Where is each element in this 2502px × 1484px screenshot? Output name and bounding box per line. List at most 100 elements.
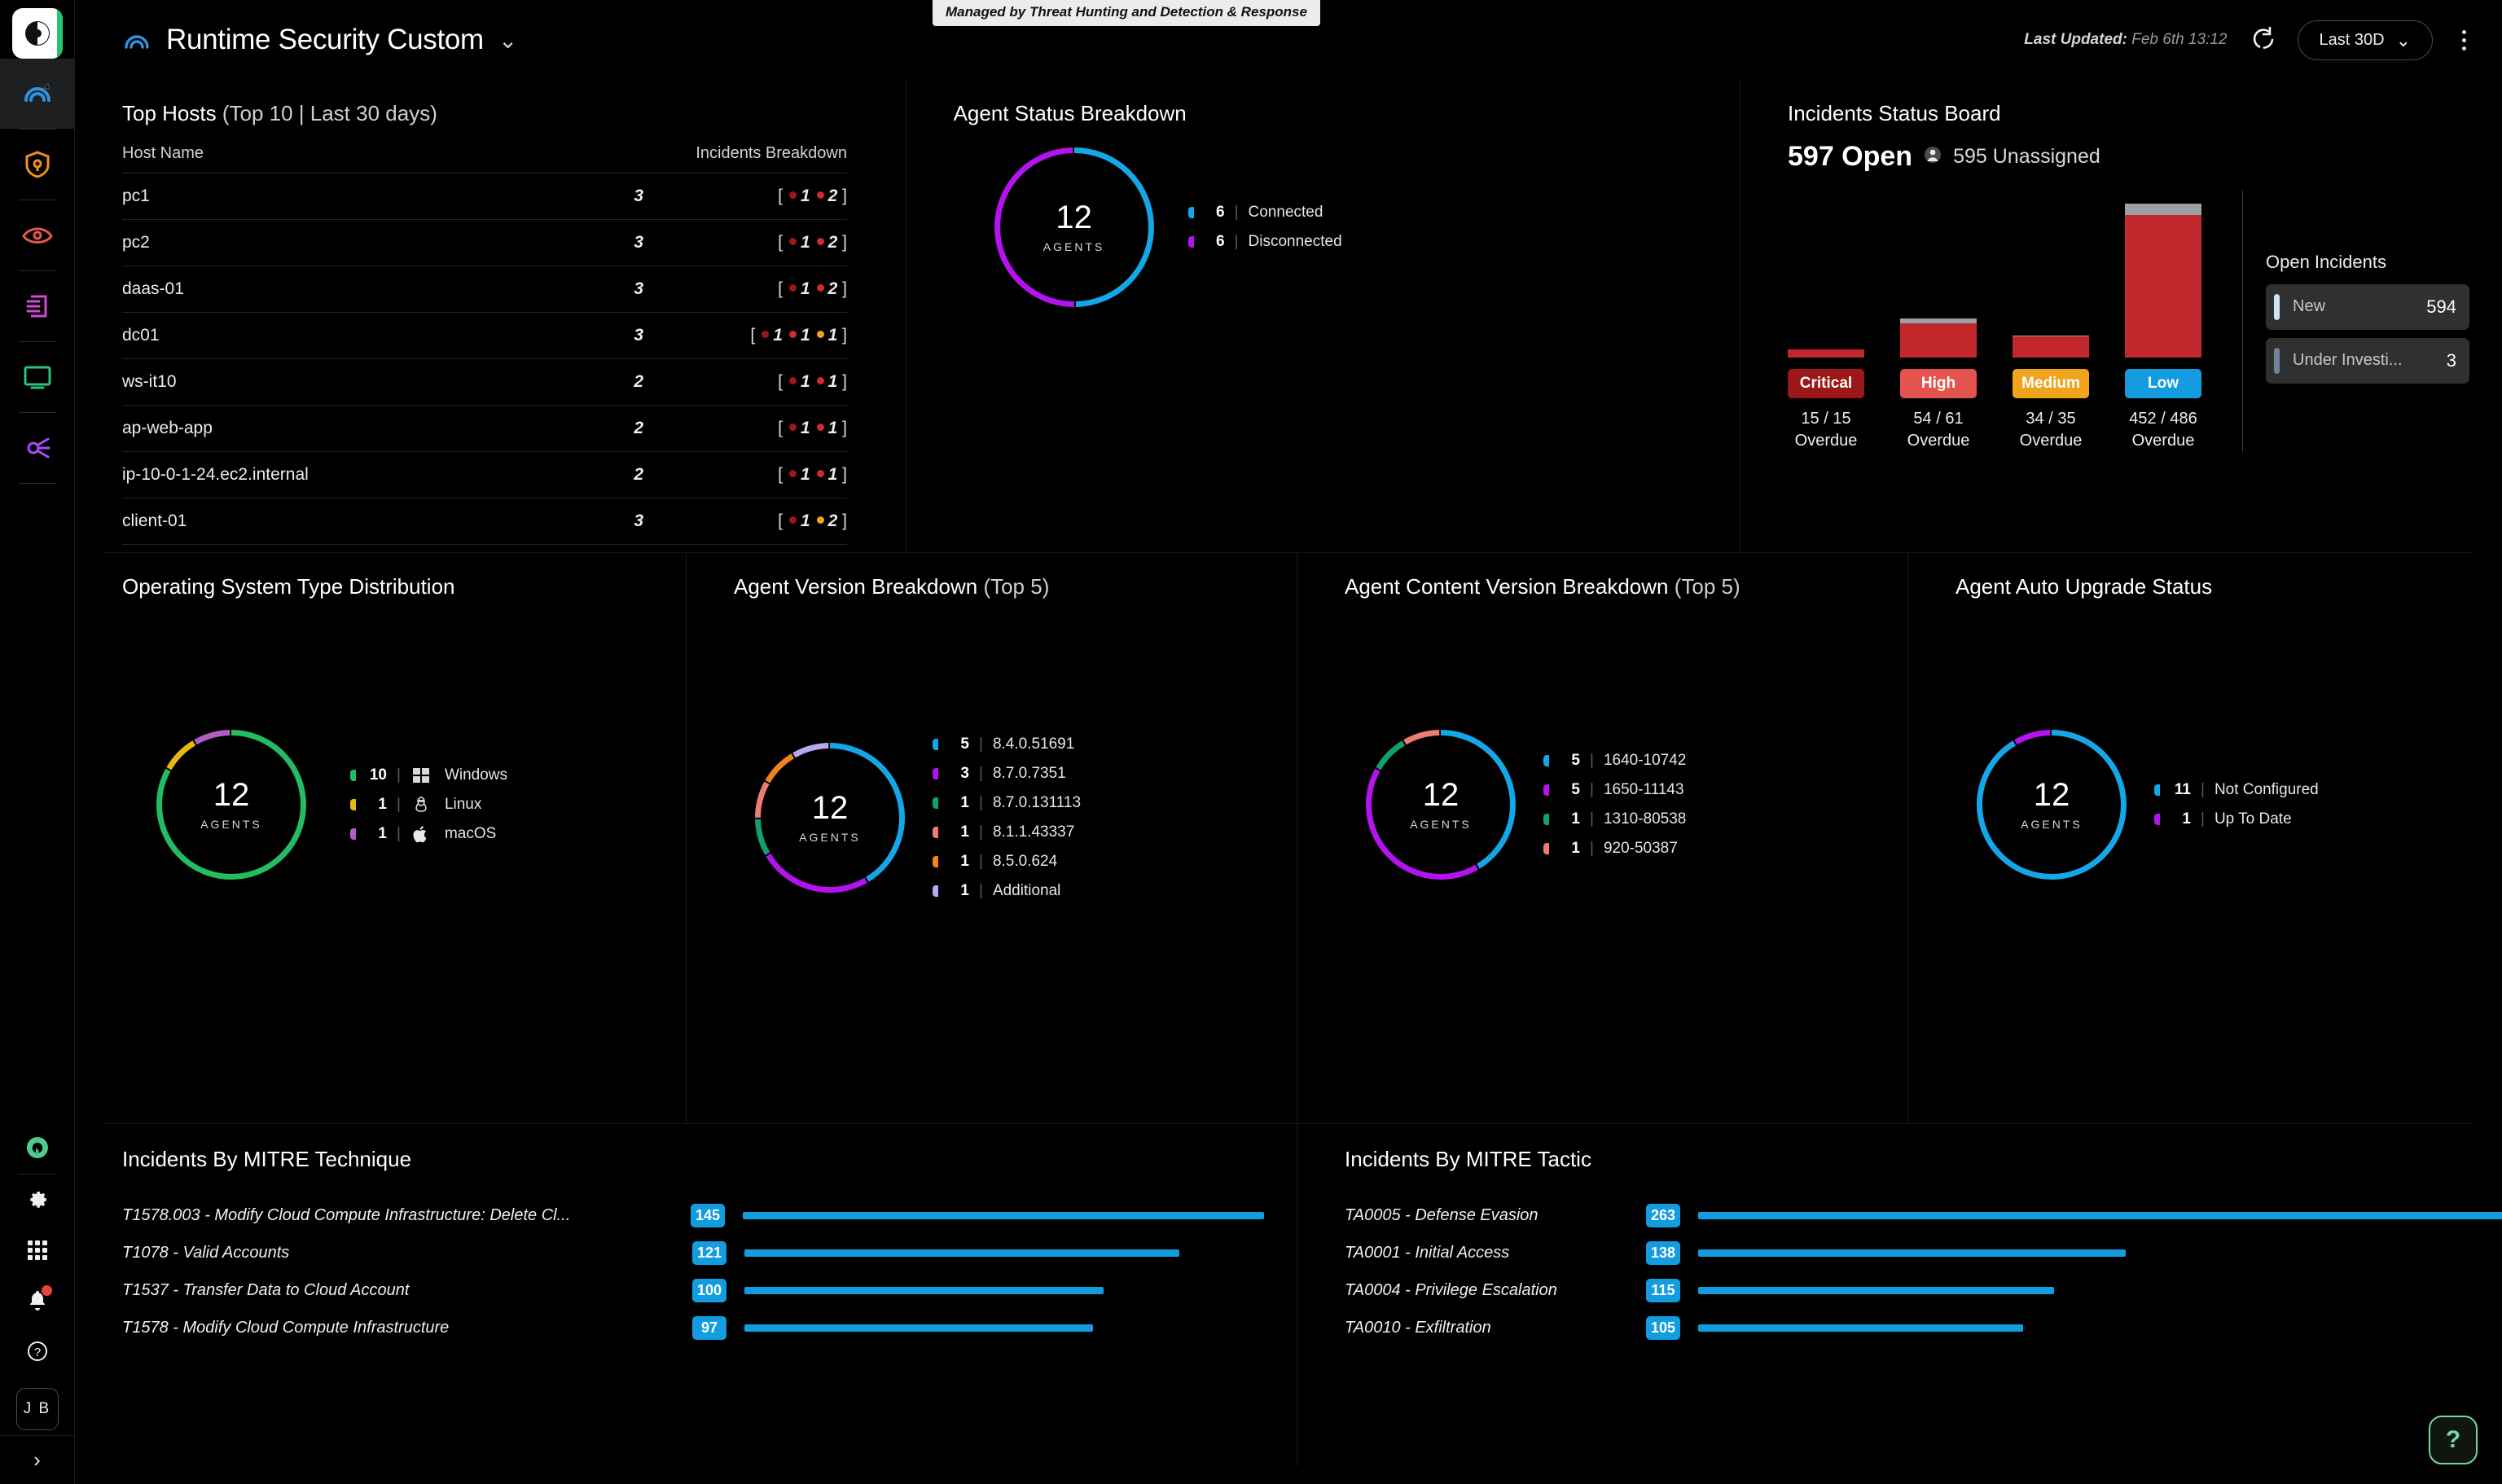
legend-item[interactable]: 1 | 1310-80538 (1543, 805, 1686, 834)
legend-item[interactable]: 6 | Disconnected (1187, 227, 1342, 257)
legend-value: 1 (2182, 810, 2191, 828)
incident-breakdown: [1 1 1 ] (643, 312, 847, 359)
incident-count: 2 (566, 405, 643, 452)
avatar[interactable]: J B (15, 1388, 59, 1430)
legend-item[interactable]: 5 | 1650-11143 (1543, 775, 1686, 805)
severity-bar-column[interactable]: High 54 / 61 Overdue (1900, 191, 1977, 452)
sidebar-item-scripts[interactable] (0, 271, 75, 341)
open-incident-row[interactable]: Under Investi... 3 (2266, 337, 2469, 384)
dashboard-selector[interactable]: Runtime Security Custom ⌄ (122, 24, 517, 56)
table-row[interactable]: ip-10-0-1-24.ec2.internal 2 [1 1 ] (122, 451, 847, 498)
severity-pill[interactable]: Medium (2013, 369, 2089, 398)
agent-status-donut[interactable]: 12 AGENTS (994, 147, 1154, 307)
legend-color-swatch (933, 739, 938, 750)
legend-item[interactable]: 1 | macOS (350, 819, 507, 849)
chevron-right-icon: › (33, 1447, 41, 1472)
dashboard-icon (24, 83, 50, 102)
os-distribution-legend: 10 | Windows 1 | Linux 1 | macOS (350, 761, 507, 849)
sidebar-item-dashboard[interactable] (0, 59, 75, 129)
help-circle-icon[interactable]: ? (0, 1326, 75, 1376)
bar-segment-overdue (2125, 215, 2201, 358)
incident-breakdown: [1 1 ] (643, 358, 847, 406)
legend-item[interactable]: 1 | Up To Date (2154, 805, 2319, 834)
overdue-stat: 54 / 61 Overdue (1907, 408, 1970, 452)
notifications-bell-icon[interactable] (0, 1275, 75, 1326)
help-fab-button[interactable]: ? (2429, 1416, 2478, 1464)
legend-separator: | (397, 766, 401, 784)
sidebar-expand-button[interactable]: › (0, 1435, 75, 1484)
legend-item[interactable]: 1 | 8.7.0.131113 (933, 788, 1081, 818)
legend-item[interactable]: 1 | Linux (350, 790, 507, 819)
severity-bar-column[interactable]: Critical 15 / 15 Overdue (1788, 191, 1864, 452)
table-row[interactable]: pc1 3 [1 2 ] (122, 173, 847, 220)
agent-version-donut[interactable]: 12 AGENTS (755, 743, 905, 893)
agent-auto-upgrade-donut[interactable]: 12 AGENTS (1977, 730, 2127, 880)
overdue-stat: 15 / 15 Overdue (1795, 408, 1858, 452)
gear-icon[interactable] (0, 1174, 75, 1225)
severity-bar-column[interactable]: Low 452 / 486 Overdue (2125, 191, 2201, 452)
time-range-selector[interactable]: Last 30D ⌄ (2297, 20, 2433, 60)
legend-item[interactable]: 6 | Connected (1187, 198, 1342, 227)
table-row[interactable]: daas-01 3 [1 2 ] (122, 266, 847, 313)
more-options-button[interactable] (2454, 25, 2474, 55)
open-incidents-title: Open Incidents (2266, 251, 2386, 272)
table-row[interactable]: ws-it10 2 [1 1 ] (122, 358, 847, 406)
singularity-icon[interactable] (0, 1123, 75, 1174)
agent-content-version-donut[interactable]: 12 AGENTS (1366, 730, 1516, 880)
sidebar-divider (18, 483, 56, 484)
dashboard-row-bottom: Incidents By MITRE Technique T1578.003 -… (75, 1124, 2502, 1466)
legend-item[interactable]: 5 | 1640-10742 (1543, 746, 1686, 775)
sidebar-item-visibility[interactable] (0, 200, 75, 270)
legend-item[interactable]: 10 | Windows (350, 761, 507, 790)
mitre-value-badge: 263 (1646, 1203, 1680, 1227)
legend-item[interactable]: 5 | 8.4.0.51691 (933, 730, 1081, 759)
os-distribution-donut[interactable]: 12 AGENTS (156, 730, 306, 880)
mitre-row[interactable]: TA0005 - Defense Evasion 263 (1345, 1196, 2502, 1234)
mitre-row[interactable]: TA0001 - Initial Access 138 (1345, 1234, 2502, 1271)
sidebar-item-endpoints[interactable] (0, 342, 75, 412)
severity-pill[interactable]: Critical (1788, 369, 1864, 398)
legend-item[interactable]: 3 | 8.7.0.7351 (933, 759, 1081, 788)
severity-dot-critical (788, 238, 797, 245)
legend-label: 920-50387 (1603, 840, 1678, 857)
mitre-row[interactable]: T1537 - Transfer Data to Cloud Account 1… (122, 1271, 1264, 1309)
table-row[interactable]: dc01 3 [1 1 1 ] (122, 312, 847, 359)
kebab-dot (2462, 46, 2466, 50)
apps-grid-icon[interactable] (0, 1225, 75, 1275)
donut-total: 12 (2033, 777, 2070, 813)
table-row[interactable]: client-01 3 [1 2 ] (122, 498, 847, 545)
severity-pill[interactable]: Low (2125, 369, 2201, 398)
mitre-bar-fill (744, 1286, 1104, 1294)
donut-total: 12 (811, 790, 849, 826)
agent-version-chart: 12 AGENTS 5 | 8.4.0.51691 3 | 8.7.0.7351… (734, 730, 1264, 906)
severity-count: 1 (800, 372, 810, 391)
refresh-icon[interactable] (2249, 24, 2276, 56)
mitre-row[interactable]: T1578.003 - Modify Cloud Compute Infrast… (122, 1196, 1264, 1234)
severity-pill[interactable]: High (1900, 369, 1977, 398)
chevron-down-icon[interactable]: ⌄ (498, 27, 517, 54)
mitre-value-badge: 145 (691, 1203, 725, 1227)
mitre-row[interactable]: T1578 - Modify Cloud Compute Infrastruct… (122, 1309, 1264, 1346)
table-row[interactable]: pc2 3 [1 2 ] (122, 219, 847, 266)
mitre-row[interactable]: TA0004 - Privilege Escalation 115 (1345, 1271, 2502, 1309)
table-row[interactable]: ap-web-app 2 [1 1 ] (122, 405, 847, 452)
severity-dot-critical (788, 284, 797, 292)
severity-bar-column[interactable]: Medium 34 / 35 Overdue (2013, 191, 2089, 452)
panel-title-os-distribution: Operating System Type Distribution (122, 574, 455, 599)
incidents-board-body: Critical 15 / 15 Overdue High 54 / 61 Ov… (1788, 191, 2469, 452)
mitre-row[interactable]: T1078 - Valid Accounts 121 (122, 1234, 1264, 1271)
legend-item[interactable]: 1 | Additional (933, 876, 1081, 906)
mitre-row[interactable]: TA0010 - Exfiltration 105 (1345, 1309, 2502, 1346)
sidebar-item-graph[interactable] (0, 413, 75, 483)
legend-item[interactable]: 1 | 8.5.0.624 (933, 847, 1081, 876)
legend-item[interactable]: 11 | Not Configured (2154, 775, 2319, 805)
open-incident-row[interactable]: New 594 (2266, 283, 2469, 330)
panel-incidents-status-board: Incidents Status Board 597 Open 595 Unas… (1740, 80, 2502, 552)
legend-separator: | (1590, 781, 1594, 798)
sidebar-item-protect[interactable] (0, 130, 75, 200)
sentinelone-logo[interactable] (11, 8, 63, 59)
managed-by-banner: Managed by Threat Hunting and Detection … (933, 0, 1320, 26)
legend-item[interactable]: 1 | 920-50387 (1543, 834, 1686, 863)
severity-count: 1 (827, 326, 838, 345)
legend-item[interactable]: 1 | 8.1.1.43337 (933, 818, 1081, 847)
